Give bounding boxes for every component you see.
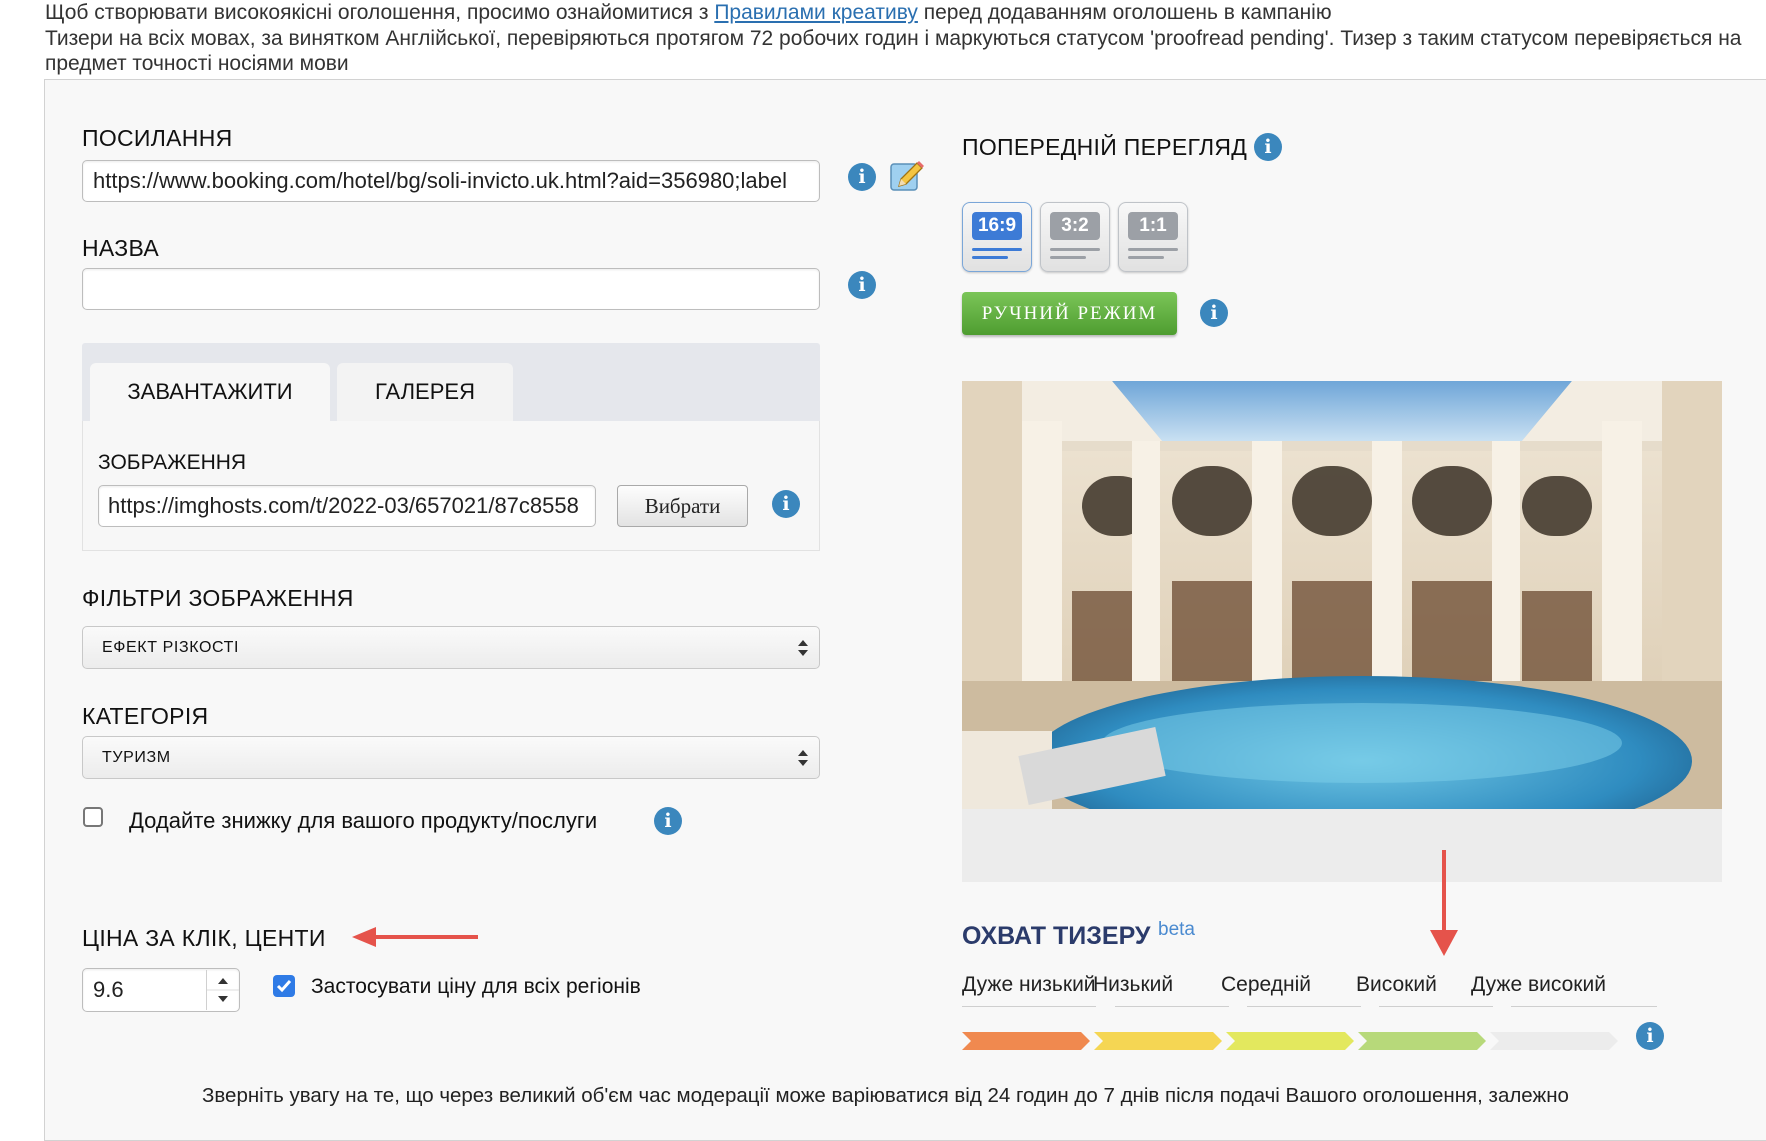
choose-image-button[interactable]: Вибрати xyxy=(617,485,748,527)
tab-upload[interactable]: ЗАВАНТАЖИТИ xyxy=(90,363,330,421)
cpc-label: ЦІНА ЗА КЛІК, ЦЕНТИ xyxy=(82,925,326,951)
ratio-1-1-button[interactable]: 1:1 xyxy=(1118,202,1188,272)
reach-level-underline xyxy=(962,1006,1096,1007)
ratio-16-9-label: 16:9 xyxy=(972,212,1022,240)
ratio-line xyxy=(972,248,1022,251)
tab-gallery[interactable]: ГАЛЕРЕЯ xyxy=(337,363,513,421)
reach-level-low: Низький xyxy=(1093,973,1174,996)
manual-info-icon[interactable]: i xyxy=(1200,299,1228,327)
reach-info-icon[interactable]: i xyxy=(1636,1022,1664,1050)
intro-line2: Тизери на всіх мовах, за винятком Англій… xyxy=(45,26,1742,50)
manual-mode-button[interactable]: РУЧНИЙ РЕЖИМ xyxy=(962,292,1177,335)
apply-all-checkbox[interactable] xyxy=(273,975,295,997)
ratio-1-1-label: 1:1 xyxy=(1128,212,1178,240)
preview-title: ПОПЕРЕДНІЙ ПЕРЕГЛЯД xyxy=(962,134,1248,160)
ratio-line xyxy=(1128,256,1164,259)
hotel-pool-image xyxy=(962,381,1722,809)
reach-level-medium: Середній xyxy=(1221,973,1311,996)
ratio-3-2-label: 3:2 xyxy=(1050,212,1100,240)
reach-segment-high xyxy=(1358,1032,1486,1050)
link-label: ПОСИЛАННЯ xyxy=(82,125,233,151)
category-label: КАТЕГОРІЯ xyxy=(82,703,209,729)
ratio-line xyxy=(972,256,1008,259)
reach-segment-medium xyxy=(1226,1032,1354,1050)
reach-level-high: Високий xyxy=(1356,973,1437,996)
checkmark-icon xyxy=(276,980,292,993)
discount-label: Додайте знижку для вашого продукту/послу… xyxy=(129,808,598,833)
reach-title: ОХВАТ ТИЗЕРУ xyxy=(962,922,1151,950)
discount-checkbox[interactable] xyxy=(83,807,103,827)
ratio-line xyxy=(1050,256,1086,259)
preview-info-icon[interactable]: i xyxy=(1254,133,1282,161)
intro-line1-pre: Щоб створювати високоякісні оголошення, … xyxy=(45,1,715,24)
cpc-spin-buttons[interactable] xyxy=(206,970,239,1010)
spin-arrows-icon xyxy=(207,978,239,1002)
name-input[interactable] xyxy=(82,268,820,310)
apply-all-label: Застосувати ціну для всіх регіонів xyxy=(311,975,641,998)
annotation-arrow-left xyxy=(352,927,478,947)
select-arrows-icon xyxy=(798,639,808,656)
ratio-line xyxy=(1128,248,1178,251)
reach-level-underline xyxy=(1511,1006,1657,1007)
reach-segment-low xyxy=(1094,1032,1222,1050)
category-select[interactable]: ТУРИЗМ xyxy=(82,736,820,779)
annotation-arrow-down xyxy=(1430,850,1458,956)
select-arrows-icon xyxy=(798,749,808,766)
reach-level-underline xyxy=(1115,1006,1229,1007)
edit-pencil-icon[interactable] xyxy=(889,158,925,194)
filters-label: ФІЛЬТРИ ЗОБРАЖЕННЯ xyxy=(82,585,354,611)
reach-level-underline xyxy=(1247,1006,1361,1007)
cpc-stepper[interactable]: 9.6 xyxy=(82,968,240,1012)
link-info-icon[interactable]: i xyxy=(848,163,876,191)
creative-rules-link[interactable]: Правилами креативу xyxy=(714,1,918,24)
intro-text: Щоб створювати високоякісні оголошення, … xyxy=(45,0,1741,77)
name-label: НАЗВА xyxy=(82,235,160,261)
filter-selected-value: ЕФЕКТ РІЗКОСТІ xyxy=(102,639,240,656)
reach-segment-very-low xyxy=(962,1032,1090,1050)
name-info-icon[interactable]: i xyxy=(848,271,876,299)
filter-select[interactable]: ЕФЕКТ РІЗКОСТІ xyxy=(82,626,820,669)
image-label: ЗОБРАЖЕННЯ xyxy=(98,451,247,474)
intro-line3: предмет точності носіями мови xyxy=(45,52,349,75)
reach-level-underline xyxy=(1379,1006,1493,1007)
discount-info-icon[interactable]: i xyxy=(654,807,682,835)
image-url-input[interactable]: https://imghosts.com/t/2022-03/657021/87… xyxy=(98,485,596,527)
reach-level-very-high: Дуже високий xyxy=(1471,973,1606,996)
ratio-3-2-button[interactable]: 3:2 xyxy=(1040,202,1110,272)
reach-segment-very-high xyxy=(1490,1032,1618,1050)
image-info-icon[interactable]: i xyxy=(772,490,800,518)
reach-beta-badge: beta xyxy=(1158,919,1195,940)
reach-level-very-low: Дуже низький xyxy=(962,973,1096,996)
moderation-note: Зверніть увагу на те, що через великий о… xyxy=(202,1084,1569,1107)
ratio-line xyxy=(1050,248,1100,251)
ratio-16-9-button[interactable]: 16:9 xyxy=(962,202,1032,272)
category-selected-value: ТУРИЗМ xyxy=(102,749,171,766)
link-input[interactable]: https://www.booking.com/hotel/bg/soli-in… xyxy=(82,160,820,202)
intro-line1-post: перед додаванням оголошень в кампанію xyxy=(917,1,1332,24)
